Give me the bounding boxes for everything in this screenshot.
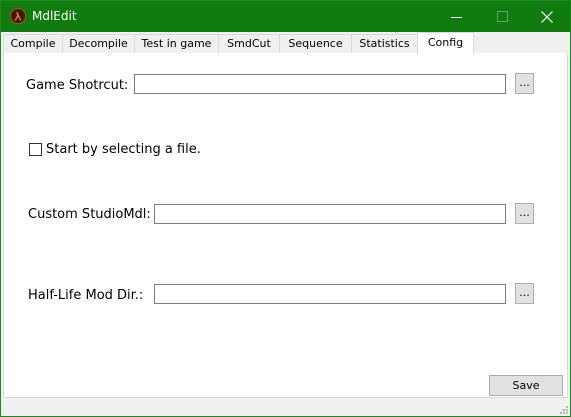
maximize-icon	[497, 11, 508, 22]
custom-studiomdl-browse-button[interactable]: ...	[515, 203, 534, 224]
mdledit-window: MdlEdit Compile Decompile Test in game S…	[0, 0, 571, 417]
tab-compile[interactable]: Compile	[3, 34, 63, 53]
tab-config[interactable]: Config	[417, 32, 474, 54]
tab-statistics[interactable]: Statistics	[351, 34, 418, 53]
tab-smdcut[interactable]: SmdCut	[218, 34, 280, 53]
halflife-mod-dir-input[interactable]	[154, 284, 506, 304]
window-title: MdlEdit	[32, 9, 77, 23]
halflife-mod-dir-label: Half-Life Mod Dir.:	[28, 288, 144, 303]
custom-studiomdl-input[interactable]	[154, 204, 506, 224]
resize-grip-icon[interactable]	[558, 404, 568, 414]
game-shortcut-input[interactable]	[134, 74, 506, 94]
tab-sequence[interactable]: Sequence	[279, 34, 352, 53]
close-button[interactable]	[524, 1, 570, 32]
minimize-button[interactable]	[434, 1, 480, 32]
close-icon	[541, 11, 553, 23]
game-shortcut-label: Game Shotrcut:	[26, 78, 129, 93]
maximize-button[interactable]	[480, 1, 526, 32]
config-tab-page: Game Shotrcut: ... Start by selecting a …	[3, 53, 568, 398]
tab-test-in-game[interactable]: Test in game	[134, 34, 219, 53]
minimize-icon	[451, 17, 462, 18]
tab-strip: Compile Decompile Test in game SmdCut Se…	[1, 32, 570, 54]
title-bar[interactable]: MdlEdit	[1, 1, 570, 32]
start-by-selecting-label[interactable]: Start by selecting a file.	[46, 142, 201, 158]
custom-studiomdl-label: Custom StudioMdl:	[28, 207, 151, 222]
save-button[interactable]: Save	[489, 375, 563, 396]
start-by-selecting-checkbox[interactable]	[29, 143, 42, 156]
half-life-lambda-icon	[10, 8, 26, 24]
tab-decompile[interactable]: Decompile	[62, 34, 135, 53]
game-shortcut-browse-button[interactable]: ...	[515, 73, 534, 94]
halflife-mod-dir-browse-button[interactable]: ...	[515, 283, 534, 304]
